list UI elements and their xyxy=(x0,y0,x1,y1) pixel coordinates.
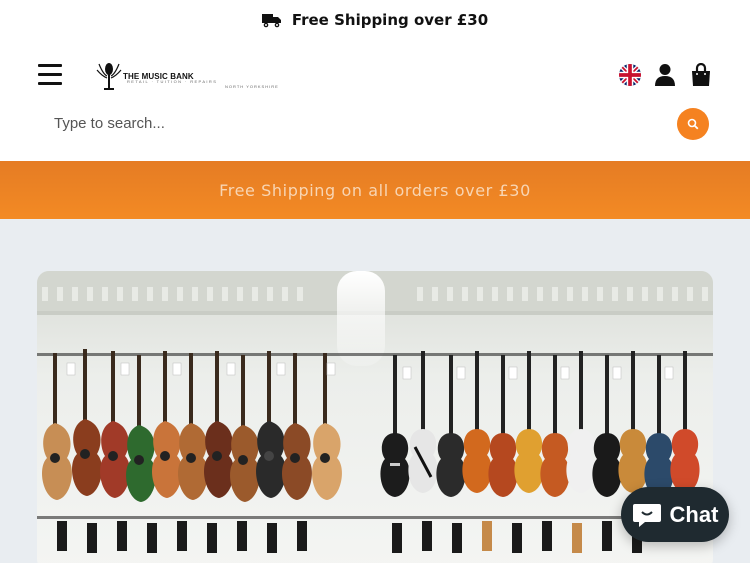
logo[interactable]: THE MUSIC BANK RETAIL · TUITION · REPAIR… xyxy=(93,59,278,93)
chat-bubble-icon xyxy=(632,503,661,527)
account-icon[interactable] xyxy=(654,63,676,87)
announcement-bar: Free Shipping over £30 xyxy=(0,0,750,40)
logo-tagline: RETAIL · TUITION · REPAIRS xyxy=(127,79,218,84)
chat-button[interactable]: Chat xyxy=(621,487,729,542)
microphone-logo-icon xyxy=(96,63,122,90)
announcement-text: Free Shipping over £30 xyxy=(291,11,489,29)
menu-icon[interactable] xyxy=(38,64,64,86)
logo-location: NORTH YORKSHIRE xyxy=(225,84,279,89)
chat-label: Chat xyxy=(669,501,719,527)
uk-flag-icon[interactable] xyxy=(619,64,641,86)
guitar-wall-image xyxy=(37,271,713,563)
promo-text: Free Shipping on all orders over £30 xyxy=(219,180,531,200)
hero-image[interactable] xyxy=(37,271,713,563)
search-button[interactable] xyxy=(677,108,709,140)
cart-icon[interactable] xyxy=(690,63,712,87)
search-input[interactable] xyxy=(38,106,678,140)
search-icon xyxy=(687,118,699,130)
truck-icon xyxy=(261,14,281,28)
site-header: THE MUSIC BANK RETAIL · TUITION · REPAIR… xyxy=(0,40,750,161)
promo-banner[interactable]: Free Shipping on all orders over £30 xyxy=(0,161,750,219)
